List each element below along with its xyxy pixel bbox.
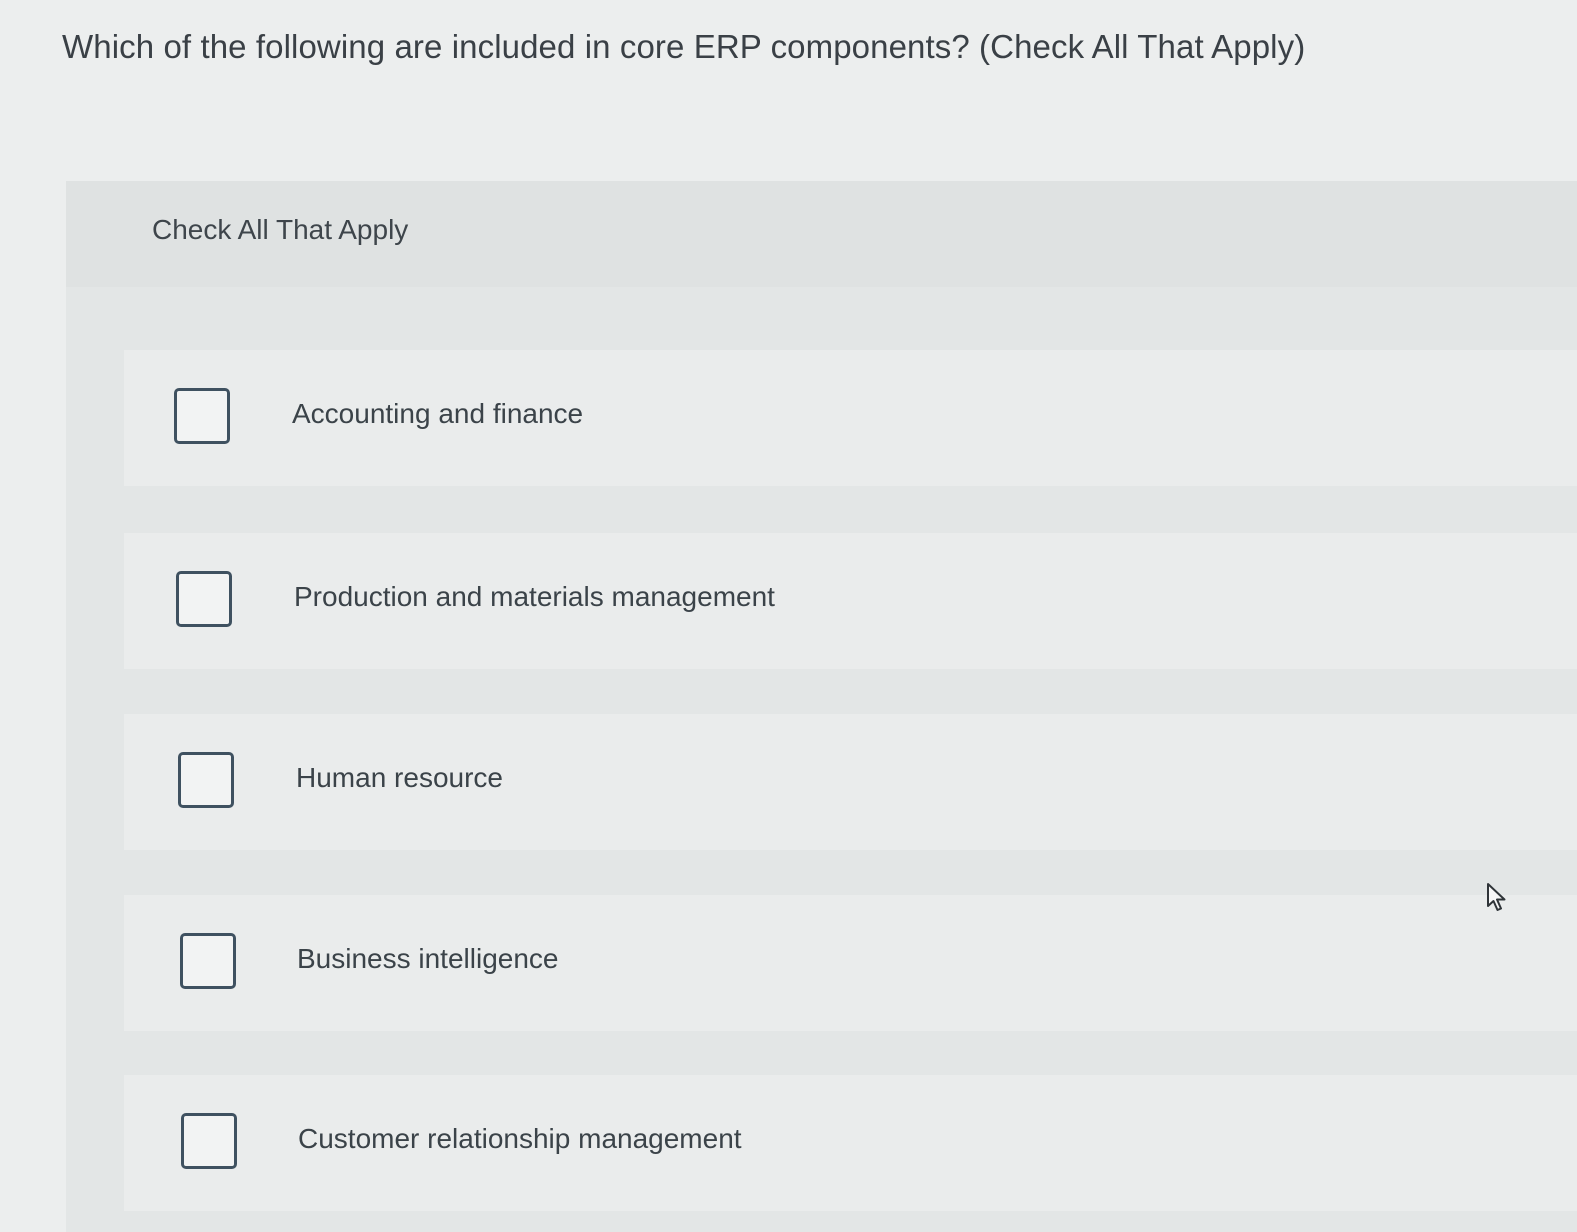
option-label[interactable]: Business intelligence — [297, 943, 559, 975]
checkbox-icon[interactable] — [176, 571, 232, 627]
question-text: Which of the following are included in c… — [62, 28, 1306, 65]
checkbox-icon[interactable] — [180, 933, 236, 989]
check-all-label: Check All That Apply — [152, 214, 409, 245]
mouse-pointer-icon — [1487, 883, 1506, 911]
option-customer-relationship-management[interactable]: Customer relationship management — [124, 1075, 1577, 1211]
option-human-resource[interactable]: Human resource — [124, 714, 1577, 850]
option-accounting-and-finance[interactable]: Accounting and finance — [124, 350, 1577, 486]
option-label[interactable]: Accounting and finance — [292, 398, 583, 430]
option-label[interactable]: Human resource — [296, 762, 503, 794]
option-production-and-materials-management[interactable]: Production and materials management — [124, 533, 1577, 669]
answer-panel: Check All That Apply Accounting and fina… — [66, 181, 1577, 1232]
option-label[interactable]: Production and materials management — [294, 581, 775, 613]
panel-header: Check All That Apply — [66, 181, 1577, 287]
option-label[interactable]: Customer relationship management — [298, 1123, 742, 1155]
option-business-intelligence[interactable]: Business intelligence — [124, 895, 1577, 1031]
checkbox-icon[interactable] — [178, 752, 234, 808]
checkbox-icon[interactable] — [174, 388, 230, 444]
checkbox-icon[interactable] — [181, 1113, 237, 1169]
